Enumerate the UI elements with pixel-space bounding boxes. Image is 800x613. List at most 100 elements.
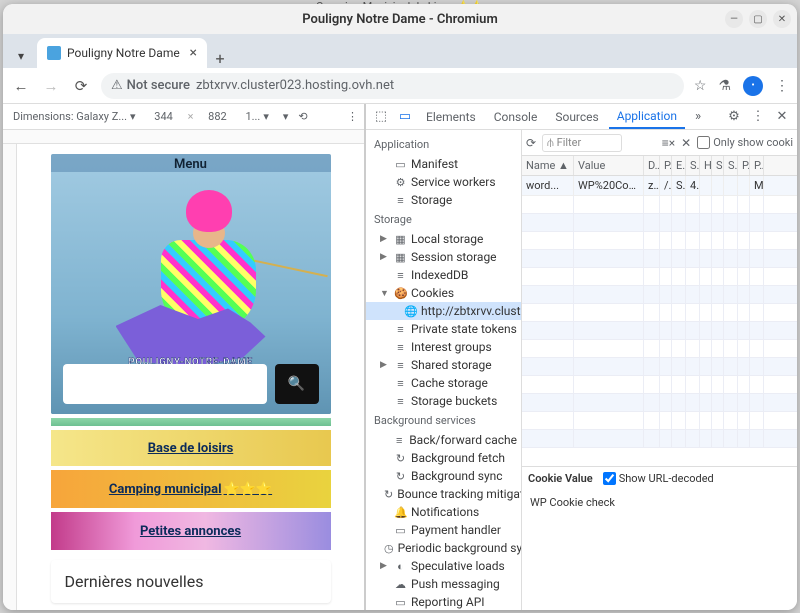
tree-indexeddb[interactable]: ≡IndexedDB: [366, 266, 521, 284]
new-tab-button[interactable]: +: [207, 49, 233, 68]
table-icon: ▦: [394, 251, 407, 264]
security-status[interactable]: ⚠ Not secure: [111, 78, 190, 93]
reload-button[interactable]: ⟳: [71, 77, 91, 95]
database-icon: ≡: [394, 377, 407, 390]
col-name[interactable]: Name ▲: [522, 156, 574, 175]
devtools-menu-button[interactable]: ⋮: [747, 109, 769, 124]
tree-local-storage[interactable]: ▶▦Local storage: [366, 230, 521, 248]
site-content: Menu: [51, 154, 331, 600]
inspect-icon[interactable]: ⬚: [370, 109, 392, 124]
device-toolbar: Dimensions: Galaxy Z... ▾ 344 × 882 1...…: [3, 104, 364, 130]
browser-menu-button[interactable]: ⋮: [775, 78, 789, 94]
url-decoded-checkbox[interactable]: Show URL-decoded: [603, 472, 714, 485]
refresh-button[interactable]: ⟳: [526, 136, 536, 150]
cookies-table: Name ▲ Value D. P. E. S. H. S. S. P. P.: [522, 156, 797, 466]
tab-close-button[interactable]: ×: [190, 45, 197, 61]
tree-shared-storage[interactable]: ▶≡Shared storage: [366, 356, 521, 374]
tab-console[interactable]: Console: [486, 104, 546, 129]
link-camping-municipal[interactable]: Camping municipal ⭐⭐⭐: [51, 470, 331, 508]
tree-bfc[interactable]: ≡Back/forward cache: [366, 431, 521, 449]
filter-input[interactable]: ⫛Filter: [542, 134, 622, 152]
tree-reporting[interactable]: ▭Reporting API: [366, 593, 521, 610]
link-base-de-loisirs[interactable]: Base de loisirs: [51, 430, 331, 466]
col-size[interactable]: S.: [686, 156, 700, 175]
tree-btm[interactable]: ↻Bounce tracking mitigatic: [366, 485, 521, 503]
tree-bg-sync[interactable]: ↻Background sync: [366, 467, 521, 485]
tree-section-application: Application: [366, 134, 521, 155]
tree-cookies[interactable]: ▼🍪Cookies: [366, 284, 521, 302]
tree-bg-fetch[interactable]: ↻Background fetch: [366, 449, 521, 467]
tab-title: Pouligny Notre Dame: [67, 46, 184, 60]
tree-storage-buckets[interactable]: ≡Storage buckets: [366, 392, 521, 410]
table-empty-rows: [522, 196, 797, 466]
col-path[interactable]: P.: [660, 156, 672, 175]
tree-session-storage[interactable]: ▶▦Session storage: [366, 248, 521, 266]
tab-application[interactable]: Application: [609, 104, 685, 129]
search-input[interactable]: [63, 364, 267, 404]
more-tabs-button[interactable]: »: [687, 109, 709, 124]
tree-speculative[interactable]: ▶◐Speculative loads: [366, 557, 521, 575]
devtools-close-button[interactable]: ✕: [771, 109, 793, 124]
search-bar: 🔍: [63, 364, 319, 404]
col-samesite[interactable]: S.: [724, 156, 738, 175]
labs-icon[interactable]: ⚗: [718, 78, 731, 94]
database-icon: ≡: [394, 341, 407, 354]
address-bar[interactable]: ⚠ Not secure zbtxrvv.cluster023.hosting.…: [101, 73, 684, 99]
cookie-row[interactable]: word... WP%20Cooki... z.. / S.. 4..: [522, 176, 797, 196]
col-value[interactable]: Value: [574, 156, 644, 175]
tree-storage[interactable]: ≡Storage: [366, 191, 521, 209]
rotate-icon[interactable]: ⟲: [298, 110, 307, 123]
minimize-button[interactable]: ―: [725, 10, 743, 28]
tab-elements[interactable]: Elements: [418, 104, 484, 129]
database-icon: ≡: [394, 359, 407, 372]
maximize-button[interactable]: ▢: [749, 10, 767, 28]
tree-cache-storage[interactable]: ≡Cache storage: [366, 374, 521, 392]
zoom-select[interactable]: 1... ▾: [241, 109, 272, 124]
col-expires[interactable]: E.: [672, 156, 686, 175]
tree-interest-groups[interactable]: ≡Interest groups: [366, 338, 521, 356]
window-title: Pouligny Notre Dame - Chromium: [302, 12, 497, 27]
throttle-select[interactable]: ▾: [279, 109, 293, 124]
device-mode-icon[interactable]: ▭: [394, 109, 416, 124]
col-priority[interactable]: P.: [750, 156, 764, 175]
tree-manifest[interactable]: ▭Manifest: [366, 155, 521, 173]
device-toolbar-menu[interactable]: ⋮: [347, 110, 358, 123]
viewport-height[interactable]: 882: [199, 110, 235, 123]
titlebar: Pouligny Notre Dame - Chromium ― ▢ ✕: [3, 4, 797, 34]
col-domain[interactable]: D.: [644, 156, 660, 175]
tree-private-state-tokens[interactable]: ≡Private state tokens: [366, 320, 521, 338]
col-secure[interactable]: S.: [712, 156, 724, 175]
col-httponly[interactable]: H.: [700, 156, 712, 175]
tree-payment[interactable]: ▭Payment handler: [366, 521, 521, 539]
viewport-width[interactable]: 344: [146, 110, 182, 123]
link-petites-annonces[interactable]: Petites annonces: [51, 512, 331, 550]
settings-gear-icon[interactable]: ⚙: [723, 109, 745, 124]
forward-button[interactable]: →: [41, 77, 61, 95]
card-icon: ▭: [394, 524, 407, 537]
sync-icon: ↻: [394, 470, 407, 483]
tree-cookies-origin[interactable]: 🌐http://zbtxrvv.cluster02: [366, 302, 521, 320]
device-select[interactable]: Dimensions: Galaxy Z... ▾: [9, 109, 140, 124]
tree-periodic-sync[interactable]: ◷Periodic background sync: [366, 539, 521, 557]
only-blocked-checkbox[interactable]: Only show cooki: [697, 136, 793, 149]
chromium-window: Pouligny Notre Dame - Chromium ― ▢ ✕ ▾ P…: [3, 4, 797, 610]
profile-avatar[interactable]: •: [743, 76, 763, 96]
back-button[interactable]: ←: [11, 77, 31, 95]
database-icon: ≡: [394, 194, 407, 207]
clear-all-button[interactable]: ≡×: [662, 136, 675, 150]
chevron-down-icon: ▾: [130, 110, 136, 123]
col-partition[interactable]: P.: [738, 156, 750, 175]
tree-push[interactable]: ☁Push messaging: [366, 575, 521, 593]
stars-icon: ⭐⭐⭐: [224, 482, 273, 497]
clock-icon: ◷: [384, 542, 394, 555]
tree-service-workers[interactable]: ⚙Service workers: [366, 173, 521, 191]
search-tabs-button[interactable]: ▾: [9, 44, 33, 68]
tree-notifications[interactable]: 🔔Notifications: [366, 503, 521, 521]
tab-sources[interactable]: Sources: [547, 104, 606, 129]
search-button[interactable]: 🔍: [275, 364, 319, 404]
browser-tab[interactable]: Pouligny Notre Dame ×: [37, 38, 207, 68]
close-window-button[interactable]: ✕: [773, 10, 791, 28]
delete-button[interactable]: ✕: [681, 136, 691, 150]
filter-icon: ⫛: [547, 136, 554, 150]
bookmark-star-icon[interactable]: ☆: [694, 78, 707, 94]
